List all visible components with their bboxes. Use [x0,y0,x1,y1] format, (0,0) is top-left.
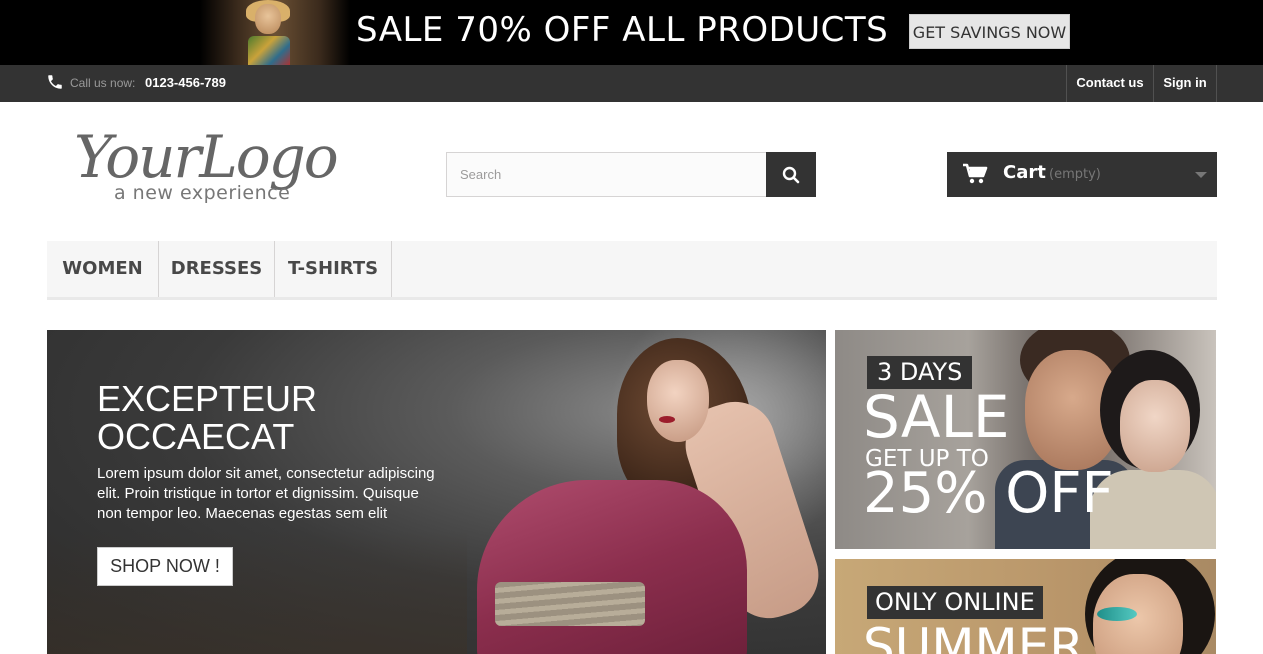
menu-item-dresses[interactable]: DRESSES [159,241,275,297]
contact-us-link[interactable]: Contact us [1066,65,1153,102]
promo-headline: SALE 70% OFF ALL PRODUCTS [356,10,889,50]
top-nav-bar: Call us now: 0123-456-789 Contact us Sig… [0,65,1263,102]
get-savings-button[interactable]: GET SAVINGS NOW [909,14,1070,49]
summer-banner[interactable]: ONLY ONLINE SUMMER [835,559,1216,654]
main-menu: WOMEN DRESSES T-SHIRTS [47,241,1217,300]
banner-offer: 25% OFF [863,461,1114,526]
logo-wordmark: YourLogo [74,123,339,191]
banner-sale-headline: SALE [863,383,1010,451]
homepage-slider[interactable]: EXCEPTEUR OCCAECAT Lorem ipsum dolor sit… [47,330,826,654]
cart-label: Cart [1003,162,1046,183]
call-us-label: Call us now: [70,76,136,90]
promo-model-image [200,0,350,65]
sign-in-link[interactable]: Sign in [1153,65,1217,102]
menu-item-tshirts[interactable]: T-SHIRTS [275,241,392,297]
shop-now-button[interactable]: SHOP NOW ! [97,547,233,586]
site-logo[interactable]: YourLogo a new experience [74,125,364,210]
cart-dropdown[interactable]: Cart (empty) [947,152,1217,197]
sale-banner[interactable]: 3 DAYS SALE GET UP TO 25% OFF [835,330,1216,549]
slide-title: EXCEPTEUR OCCAECAT [97,378,318,457]
promo-banner[interactable]: SALE 70% OFF ALL PRODUCTS GET SAVINGS NO… [0,0,1263,65]
menu-item-women[interactable]: WOMEN [47,241,159,297]
cart-status: (empty) [1049,167,1101,182]
phone-icon [48,75,62,89]
chevron-down-icon [1195,172,1207,178]
search-input[interactable] [446,152,767,197]
banner-summer-headline: SUMMER [863,618,1084,654]
search-button[interactable] [766,152,816,197]
phone-number: 0123-456-789 [145,75,226,90]
cart-icon [963,163,988,184]
search-icon [782,166,800,184]
slide-description: Lorem ipsum dolor sit amet, consectetur … [97,465,435,522]
banner-online-tag: ONLY ONLINE [867,586,1043,619]
logo-tagline: a new experience [114,182,291,204]
